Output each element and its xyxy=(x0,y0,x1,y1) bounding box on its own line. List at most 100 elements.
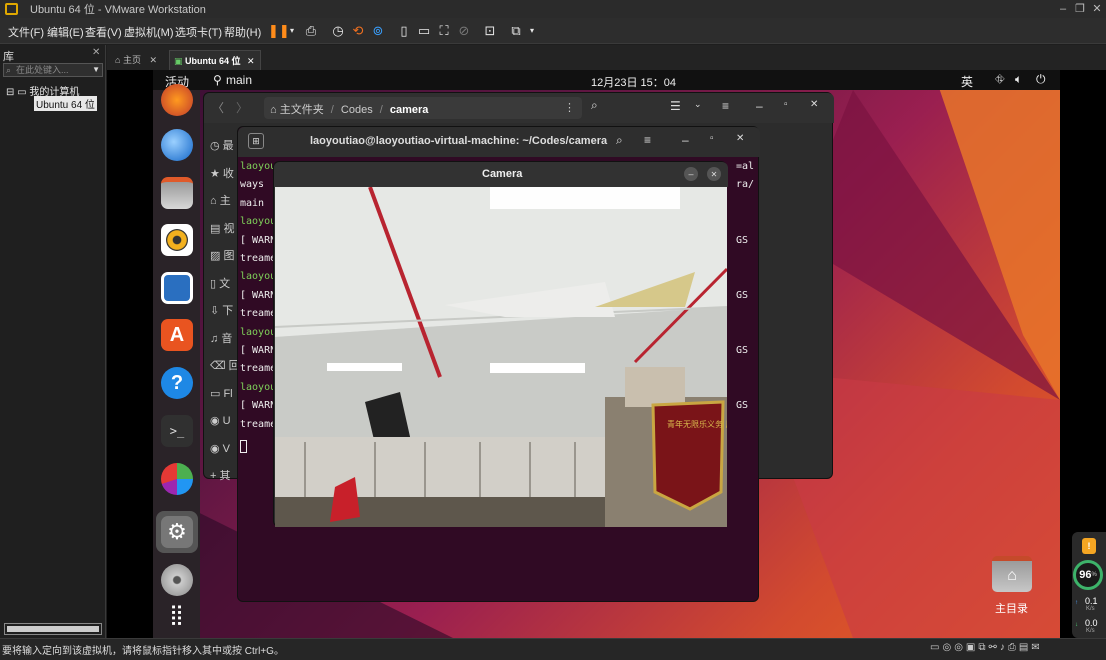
stretch-guest-icon[interactable]: ⧉ xyxy=(508,22,524,39)
system-monitor-widget[interactable]: ! 96% ↑ 0.1 K/s ↓ 0.0 K/s xyxy=(1072,532,1106,638)
show-library-icon[interactable]: ▯ xyxy=(396,22,412,39)
library-search-input[interactable]: ⌕ 在此处键入... ▼ xyxy=(3,63,103,77)
console-view-icon[interactable]: ⊡ xyxy=(482,22,498,39)
tab-home[interactable]: ⌂ 主页 ✕ xyxy=(111,50,167,70)
firefox-icon[interactable] xyxy=(161,84,193,116)
sidebar-item-pictures[interactable]: ▨ 图 xyxy=(210,243,240,271)
cdrom2-icon[interactable]: ◎ xyxy=(954,642,966,653)
app-center-icon[interactable]: A xyxy=(161,319,193,351)
snapshot-manager-icon[interactable]: ⊚ xyxy=(370,22,386,39)
input-method-indicator[interactable]: 英 xyxy=(961,73,973,90)
message-icon[interactable]: ✉ xyxy=(1031,642,1042,653)
library-scrollbar[interactable] xyxy=(4,623,102,635)
network-adapter-icon[interactable]: ⧉ xyxy=(978,642,988,653)
dropdown-arrow-icon[interactable]: ▾ xyxy=(284,22,300,39)
hdd-icon[interactable]: ▭ xyxy=(930,642,942,653)
sidebar-item-music[interactable]: ♫ 音 xyxy=(210,326,240,354)
files-search-icon[interactable]: ⌕ xyxy=(591,98,598,113)
stretch-dropdown-icon[interactable]: ▾ xyxy=(524,22,540,39)
path-codes[interactable]: Codes xyxy=(341,104,373,116)
restore-button[interactable]: ❐ xyxy=(1073,2,1087,16)
sidebar-item-documents[interactable]: ▯ 文 xyxy=(210,271,240,299)
home-folder-label[interactable]: 主目录 xyxy=(995,600,1028,616)
snapshot-icon[interactable]: ◷ xyxy=(330,22,346,39)
pause-icon[interactable]: ❚❚ xyxy=(268,22,290,39)
terminal-close-button[interactable]: ✕ xyxy=(736,133,744,144)
terminal-search-icon[interactable]: ⌕ xyxy=(616,133,623,148)
usb-icon[interactable]: ⚯ xyxy=(989,642,1000,653)
library-close-icon[interactable]: ✕ xyxy=(92,47,100,58)
menu-file[interactable]: 文件(F) xyxy=(8,24,44,40)
sidebar-item-starred[interactable]: ★ 收 xyxy=(210,161,240,189)
menu-view[interactable]: 查看(V) xyxy=(85,24,122,40)
files-minimize-button[interactable]: – xyxy=(756,99,763,113)
volume-icon[interactable]: 🔈︎ xyxy=(1015,72,1022,87)
tab-home-close-icon[interactable]: ✕ xyxy=(149,55,157,65)
menu-help[interactable]: 帮助(H) xyxy=(224,24,261,40)
sidebar-item-floppy[interactable]: ▭ Fl xyxy=(210,381,240,409)
unity-icon[interactable]: ⊘ xyxy=(456,22,472,39)
full-screen-icon[interactable]: ⛶ xyxy=(436,22,452,39)
app-name[interactable]: main xyxy=(226,73,252,87)
collapse-icon[interactable]: ⊟ xyxy=(6,87,14,98)
sidebar-item-downloads[interactable]: ⇩ 下 xyxy=(210,298,240,326)
camera-window[interactable]: Camera – ✕ 青年无限乐义务 xyxy=(273,161,728,527)
files-close-button[interactable]: ✕ xyxy=(810,99,818,110)
camera-close-button[interactable]: ✕ xyxy=(707,167,721,181)
printer-icon[interactable]: ⎙ xyxy=(1008,642,1019,653)
sidebar-item-other[interactable]: + 其 xyxy=(210,463,240,491)
network-icon[interactable]: ⛗ xyxy=(995,72,1005,87)
sidebar-item-v[interactable]: ◉ V xyxy=(210,436,240,464)
floppy-icon[interactable]: ▣ xyxy=(966,642,978,653)
menu-tabs[interactable]: 选项卡(T) xyxy=(175,24,222,40)
tab-ubuntu-close-icon[interactable]: ✕ xyxy=(247,56,255,66)
home-folder-icon[interactable]: ⌂ xyxy=(992,556,1032,592)
terminal-maximize-button[interactable]: ▫ xyxy=(710,133,714,144)
disk-usage-icon[interactable] xyxy=(161,463,193,495)
new-tab-icon[interactable]: ⊞ xyxy=(248,133,264,149)
tab-ubuntu[interactable]: ▣ Ubuntu 64 位 ✕ xyxy=(169,50,261,70)
thumbnail-bar-icon[interactable]: ▭ xyxy=(416,22,432,39)
path-bar[interactable]: ⌂ 主文件夹 / Codes / camera ⋮ xyxy=(264,97,582,119)
sidebar-item-home[interactable]: ⌂ 主 xyxy=(210,188,240,216)
forward-button[interactable]: 〉 xyxy=(236,99,248,116)
terminal-icon[interactable]: >_ xyxy=(161,415,193,447)
cdrom-icon[interactable]: ◎ xyxy=(942,642,954,653)
menu-vm[interactable]: 虚拟机(M) xyxy=(124,24,174,40)
files-maximize-button[interactable]: ▫ xyxy=(784,99,788,110)
list-view-icon[interactable]: ☰ xyxy=(670,99,681,113)
sidebar-item-trash[interactable]: ⌫ 回 xyxy=(210,353,240,381)
help-icon[interactable]: ? xyxy=(161,367,193,399)
dvd-drive-icon[interactable] xyxy=(161,564,193,596)
show-apps-icon[interactable]: ⣿ xyxy=(161,598,193,630)
search-dropdown-icon[interactable]: ▼ xyxy=(92,64,100,76)
sidebar-item-recent[interactable]: ◷ 最 xyxy=(210,133,240,161)
files-menu-icon[interactable]: ≡ xyxy=(722,99,729,113)
sidebar-item-videos[interactable]: ▤ 视 xyxy=(210,216,240,244)
power-icon[interactable]: ⏻ xyxy=(1036,72,1046,87)
minimize-button[interactable]: – xyxy=(1056,2,1070,16)
files-icon[interactable] xyxy=(161,177,193,209)
settings-icon[interactable]: ⚙ xyxy=(161,516,193,548)
terminal-minimize-button[interactable]: – xyxy=(682,133,689,147)
path-home[interactable]: 主文件夹 xyxy=(280,104,324,116)
libreoffice-writer-icon[interactable] xyxy=(161,272,193,304)
display-icon[interactable]: ▤ xyxy=(1019,642,1031,653)
thunderbird-icon[interactable] xyxy=(161,129,193,161)
camera-minimize-button[interactable]: – xyxy=(684,167,698,181)
back-button[interactable]: 〈 xyxy=(212,99,224,116)
menu-edit[interactable]: 编辑(E) xyxy=(47,24,84,40)
view-options-icon[interactable]: ⌄ xyxy=(694,99,702,110)
terminal-menu-icon[interactable]: ≡ xyxy=(644,133,651,147)
sound-card-icon[interactable]: ♪ xyxy=(1000,642,1008,653)
tree-item-ubuntu[interactable]: Ubuntu 64 位 xyxy=(34,96,97,111)
close-button[interactable]: ✕ xyxy=(1090,2,1104,16)
path-menu-icon[interactable]: ⋮ xyxy=(564,101,575,114)
revert-snapshot-icon[interactable]: ⟲ xyxy=(350,22,366,39)
rhythmbox-icon[interactable] xyxy=(161,224,193,256)
ubuntu-desktop[interactable]: 活动 ⚲ main 12月23日 15：04 英 ⛗ 🔈︎ ⏻ A ? >_ ⚙… xyxy=(153,70,1060,638)
send-ctrl-alt-del-icon[interactable]: ⎙ xyxy=(303,22,319,39)
clock[interactable]: 12月23日 15：04 xyxy=(591,74,676,90)
path-camera[interactable]: camera xyxy=(390,104,429,116)
sidebar-item-u[interactable]: ◉ U xyxy=(210,408,240,436)
